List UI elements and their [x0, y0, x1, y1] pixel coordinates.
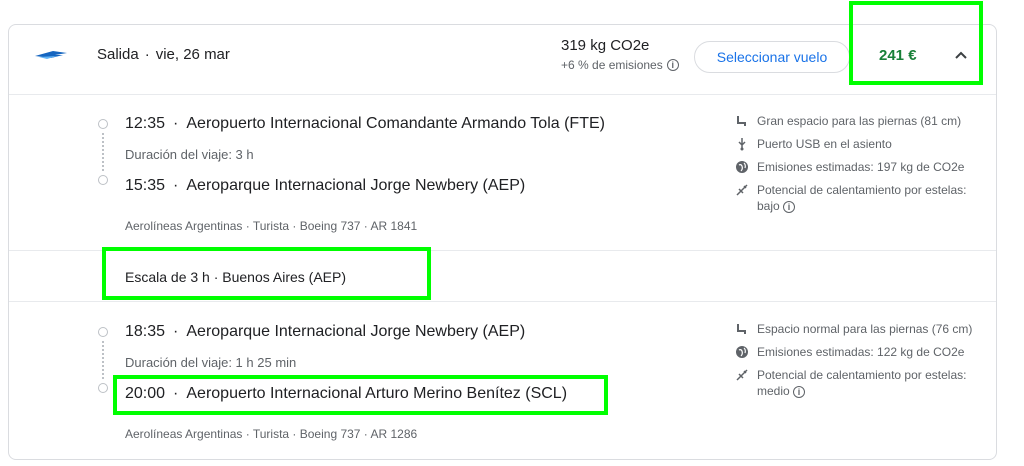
departure-row: 12:35 · Aeropuerto Internacional Comandant…: [125, 115, 605, 132]
segment-timeline: [97, 119, 109, 185]
amenity-item: Emisiones estimadas: 122 kg de CO2e: [735, 344, 985, 360]
contrail-icon: [735, 183, 749, 197]
arrival-dot: [98, 383, 108, 393]
select-flight-button[interactable]: Seleccionar vuelo: [694, 41, 850, 73]
arrival-airport: Aeropuerto Internacional Arturo Merino B…: [186, 385, 568, 402]
travel-duration: Duración del viaje: 3 h: [125, 147, 254, 162]
flight-segment-2: 18:35 · Aeroparque Internacional Jorge New…: [9, 303, 996, 459]
globe-icon: [735, 345, 749, 359]
amenities-list: Espacio normal para las piernas (76 cm) …: [735, 321, 985, 406]
departure-airport: Aeropuerto Internacional Comandante Arma…: [186, 115, 605, 132]
amenities-list: Gran espacio para las piernas (81 cm) Pu…: [735, 113, 985, 221]
layover-text: Escala de 3 h · Buenos Aires (AEP): [125, 269, 346, 285]
usb-icon: [735, 137, 749, 151]
chevron-up-icon[interactable]: [951, 45, 971, 65]
amenity-item: Potencial de calentamiento por estelas: …: [735, 182, 985, 214]
departure-time: 12:35: [125, 115, 166, 132]
arrival-row: 15:35 · Aeroparque Internacional Jorge New…: [125, 177, 526, 194]
flight-card: Salida · vie, 26 mar 319 kg CO2e +6 % de e…: [8, 24, 997, 460]
amenity-item: Gran espacio para las piernas (81 cm): [735, 113, 985, 129]
flight-details: Aerolíneas Argentinas · Turista · Boeing…: [125, 427, 418, 441]
flight-details: Aerolíneas Argentinas · Turista · Boeing…: [125, 219, 418, 233]
emissions-delta: +6 % de emisiones: [561, 58, 663, 72]
legroom-icon: [735, 322, 749, 336]
arrival-dot: [98, 175, 108, 185]
airline-logo-icon: [35, 51, 67, 59]
arrival-time: 15:35: [125, 177, 166, 194]
info-icon[interactable]: i: [666, 59, 679, 71]
amenity-item: Espacio normal para las piernas (76 cm): [735, 321, 985, 337]
emissions-total: 319 kg CO2e: [561, 37, 650, 54]
flight-segment-1: 12:35 · Aeropuerto Internacional Comandant…: [9, 95, 996, 251]
emissions-summary: 319 kg CO2e +6 % de emisiones i: [561, 37, 679, 72]
travel-duration: Duración del viaje: 1 h 25 min: [125, 355, 297, 370]
amenity-item: Emisiones estimadas: 197 kg de CO2e: [735, 159, 985, 175]
amenity-item: Potencial de calentamiento por estelas: …: [735, 367, 985, 399]
header-title: Salida · vie, 26 mar: [97, 46, 230, 63]
legroom-icon: [735, 114, 749, 128]
flight-header[interactable]: Salida · vie, 26 mar 319 kg CO2e +6 % de e…: [9, 25, 996, 95]
globe-icon: [735, 160, 749, 174]
segment-timeline: [97, 327, 109, 393]
flight-price: 241 €: [879, 47, 917, 64]
info-icon[interactable]: i: [793, 386, 806, 398]
arrival-row: 20:00 · Aeropuerto Internacional Arturo Me…: [125, 385, 568, 402]
departure-dot: [98, 119, 108, 129]
departure-dot: [98, 327, 108, 337]
arrival-time: 20:00: [125, 385, 166, 402]
departure-airport: Aeroparque Internacional Jorge Newbery (…: [186, 323, 526, 340]
departure-date: vie, 26 mar: [155, 46, 230, 63]
direction-label: Salida: [97, 46, 139, 63]
arrival-airport: Aeroparque Internacional Jorge Newbery (…: [186, 177, 526, 194]
departure-row: 18:35 · Aeroparque Internacional Jorge New…: [125, 323, 526, 340]
contrail-icon: [735, 368, 749, 382]
info-icon[interactable]: i: [783, 201, 796, 213]
amenity-item: Puerto USB en el asiento: [735, 136, 985, 152]
departure-time: 18:35: [125, 323, 166, 340]
layover-row: Escala de 3 h · Buenos Aires (AEP): [9, 252, 996, 302]
